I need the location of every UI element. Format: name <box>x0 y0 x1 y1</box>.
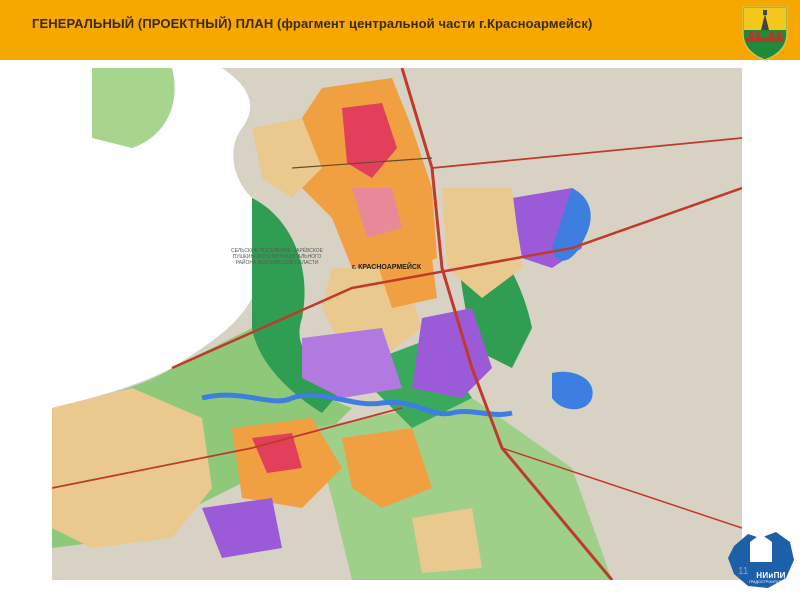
coat-of-arms-icon <box>742 6 788 61</box>
residential-low-rise-south <box>412 508 482 573</box>
general-plan-map[interactable]: г. КРАСНОАРМЕЙСК СЕЛЬСКОЕ ПОСЕЛЕНИЕ ЦАРЁ… <box>52 68 742 580</box>
slide-number: 11 <box>738 566 749 577</box>
map-canvas <box>52 68 742 580</box>
city-label: г. КРАСНОАРМЕЙСК <box>352 264 422 271</box>
logo-main-text: НИиПИ <box>756 571 786 580</box>
logo-sub-text: ГРАДОСТРОИТЕЛЬСТВА <box>748 580 794 584</box>
header-bar: ГЕНЕРАЛЬНЫЙ (ПРОЕКТНЫЙ) ПЛАН (фрагмент ц… <box>0 0 800 61</box>
rural-area-label: СЕЛЬСКОЕ ПОСЕЛЕНИЕ ЦАРЁВСКОЕ ПУШКИНСКОГО… <box>230 248 324 266</box>
institute-logo-text: НИиПИ ГРАДОСТРОИТЕЛЬСТВА <box>746 571 796 584</box>
page-title: ГЕНЕРАЛЬНЫЙ (ПРОЕКТНЫЙ) ПЛАН (фрагмент ц… <box>32 16 593 31</box>
institute-logo-icon <box>728 532 794 588</box>
